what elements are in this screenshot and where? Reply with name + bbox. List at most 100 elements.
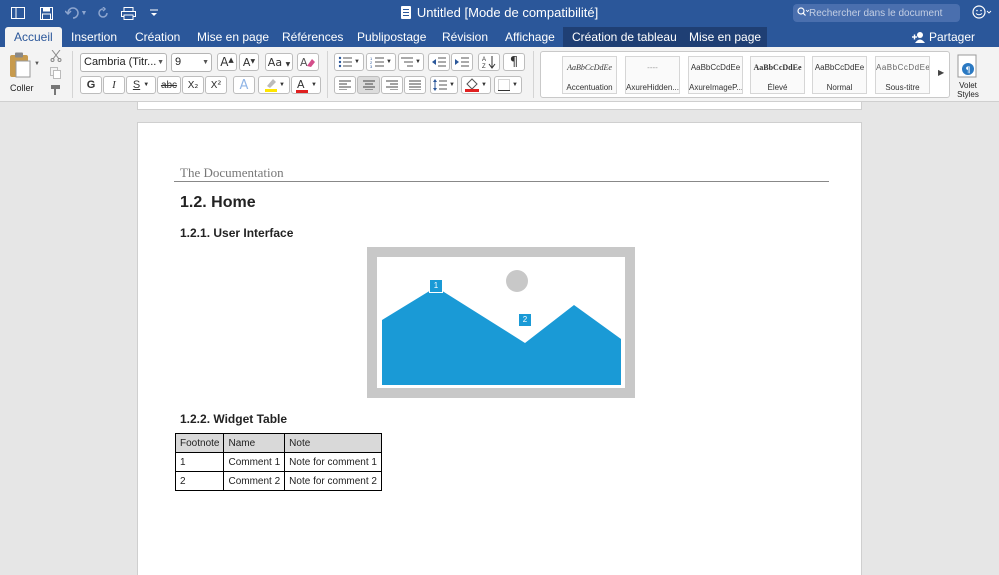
table-header-cell[interactable]: Name xyxy=(223,433,286,453)
sort-button[interactable]: AZ xyxy=(478,53,500,71)
table-cell[interactable]: Comment 2 xyxy=(223,471,286,491)
style-card-normal[interactable]: AaBbCcDdEe Normal xyxy=(812,56,867,94)
svg-text:3: 3 xyxy=(370,64,373,68)
highlight-button[interactable]: ▼ xyxy=(258,76,290,94)
table-cell[interactable]: Comment 1 xyxy=(223,452,286,472)
bold-button[interactable]: G xyxy=(80,76,102,94)
highlighter-icon xyxy=(265,79,278,92)
style-card-accentuation[interactable]: AaBbCcDdEe Accentuation xyxy=(562,56,617,94)
chevron-down-icon: ▼ xyxy=(311,82,317,88)
style-sample: AaBbCcDdEe xyxy=(814,63,865,72)
ribbon-tabs: Accueil Insertion Création Mise en page … xyxy=(0,27,999,47)
bullets-button[interactable]: ▼ xyxy=(334,53,364,71)
heading-user-interface: 1.2.1. User Interface xyxy=(180,226,294,240)
table-header-cell[interactable]: Footnote xyxy=(174,433,225,453)
ribbon-separator xyxy=(327,51,328,98)
page-header: The Documentation xyxy=(180,165,284,180)
grow-font-button[interactable]: A▲ xyxy=(217,53,237,71)
styles-pane-button[interactable]: ¶ Volet Styles xyxy=(952,51,984,99)
font-size-select[interactable]: 9 ▼ xyxy=(171,53,212,72)
underline-button[interactable]: S ▼ xyxy=(126,76,156,94)
multilevel-list-button[interactable]: ▼ xyxy=(398,53,424,71)
style-sample: AaBbCcDdEe xyxy=(753,63,802,72)
chevron-down-icon: ▼ xyxy=(449,82,455,88)
tab-mise-en-page-tableau[interactable]: Mise en page xyxy=(680,27,767,47)
search-input[interactable] xyxy=(809,7,949,19)
change-case-button[interactable]: Aa ▼ xyxy=(265,53,293,71)
table-cell[interactable]: Note for comment 2 xyxy=(284,471,382,491)
gallery-next-icon[interactable]: ▶ xyxy=(938,68,944,77)
styles-gallery: AaBbCcDdEe Accentuation ---- AxureHidden… xyxy=(540,51,950,98)
widget-table[interactable]: Footnote Name Note 1 Comment 1 Note for … xyxy=(174,433,382,491)
tab-creation[interactable]: Création xyxy=(126,27,189,47)
show-formatting-button[interactable]: ¶ xyxy=(503,53,525,71)
align-left-button[interactable] xyxy=(334,76,356,94)
line-spacing-button[interactable]: ▼ xyxy=(430,76,458,94)
tab-creation-de-tableau[interactable]: Création de tableau xyxy=(563,27,680,47)
table-header-cell[interactable]: Note xyxy=(284,433,382,453)
style-card-axurehidden[interactable]: ---- AxureHidden... xyxy=(625,56,680,94)
table-cell[interactable]: Note for comment 1 xyxy=(284,452,382,472)
numbering-button[interactable]: 1 2 3 ▼ xyxy=(366,53,396,71)
justify-icon xyxy=(409,80,421,90)
document-canvas[interactable]: The Documentation 1.2. Home 1.2.1. User … xyxy=(0,102,999,575)
tab-mise-en-page[interactable]: Mise en page xyxy=(188,27,278,47)
title-bar: ▼ Untitled [Mode de compatibilité] xyxy=(0,0,999,27)
tab-revision[interactable]: Révision xyxy=(433,27,497,47)
ribbon-separator xyxy=(72,51,73,98)
subscript-label: X₂ xyxy=(187,79,199,91)
table-cell[interactable]: 2 xyxy=(174,471,225,491)
increase-indent-button[interactable] xyxy=(451,53,473,71)
align-right-button[interactable] xyxy=(381,76,403,94)
tab-affichage[interactable]: Affichage xyxy=(496,27,564,47)
superscript-button[interactable]: X² xyxy=(205,76,227,94)
clear-formatting-button[interactable]: A xyxy=(297,53,319,71)
tab-accueil[interactable]: Accueil xyxy=(5,27,62,47)
chevron-down-icon: ▼ xyxy=(512,82,518,88)
table-cell[interactable]: 1 xyxy=(174,452,225,472)
svg-text:A: A xyxy=(297,78,305,91)
format-painter-icon[interactable] xyxy=(48,83,64,97)
shading-button[interactable]: ▼ xyxy=(461,76,491,94)
copy-icon[interactable] xyxy=(48,66,64,80)
text-effects-button[interactable]: A xyxy=(233,76,255,94)
borders-button[interactable]: ▼ xyxy=(494,76,522,94)
search-box[interactable] xyxy=(793,4,960,22)
chevron-down-icon: ▼ xyxy=(386,59,392,65)
share-button[interactable]: Partager xyxy=(912,27,975,47)
document-page[interactable]: The Documentation 1.2. Home 1.2.1. User … xyxy=(137,122,862,575)
chevron-down-icon: ▼ xyxy=(354,59,360,65)
tab-references[interactable]: Références xyxy=(273,27,352,47)
font-color-icon: A xyxy=(296,78,309,93)
paint-bucket-icon xyxy=(465,78,480,92)
style-sample: AaBbCcDdEe xyxy=(876,63,929,72)
tab-insertion[interactable]: Insertion xyxy=(62,27,126,47)
justify-button[interactable] xyxy=(404,76,426,94)
shrink-font-button[interactable]: A▼ xyxy=(239,53,259,71)
font-name-select[interactable]: Cambria (Titr... ▼ xyxy=(80,53,167,72)
feedback-smiley-icon[interactable] xyxy=(972,5,992,22)
font-color-button[interactable]: A ▼ xyxy=(291,76,321,94)
line-spacing-icon xyxy=(433,79,448,91)
pilcrow-icon: ¶ xyxy=(509,54,519,70)
subscript-button[interactable]: X₂ xyxy=(182,76,204,94)
italic-button[interactable]: I xyxy=(103,76,125,94)
decrease-indent-button[interactable] xyxy=(428,53,450,71)
borders-icon xyxy=(498,79,511,91)
paste-button[interactable]: ▼ Coller xyxy=(6,51,40,95)
style-card-eleve[interactable]: AaBbCcDdEe Élevé xyxy=(750,56,805,94)
tab-publipostage[interactable]: Publipostage xyxy=(348,27,435,47)
align-center-button[interactable] xyxy=(357,76,380,94)
numbered-list-icon: 123 xyxy=(370,56,385,68)
paste-label: Coller xyxy=(10,83,34,93)
cut-icon[interactable] xyxy=(48,49,64,63)
style-sample: AaBbCcDdEe xyxy=(690,63,741,72)
strikethrough-button[interactable]: abc xyxy=(157,76,181,94)
image-placeholder[interactable]: 1 2 xyxy=(367,247,635,398)
style-card-axureimage[interactable]: AaBbCcDdEe AxureImageP... xyxy=(688,56,743,94)
svg-text:Z: Z xyxy=(482,64,486,69)
styles-pane-icon: ¶ xyxy=(957,54,979,81)
style-name: AxureImageP... xyxy=(689,83,742,92)
paste-dropdown-icon[interactable]: ▼ xyxy=(34,61,40,67)
style-card-sous-titre[interactable]: AaBbCcDdEe Sous-titre xyxy=(875,56,930,94)
